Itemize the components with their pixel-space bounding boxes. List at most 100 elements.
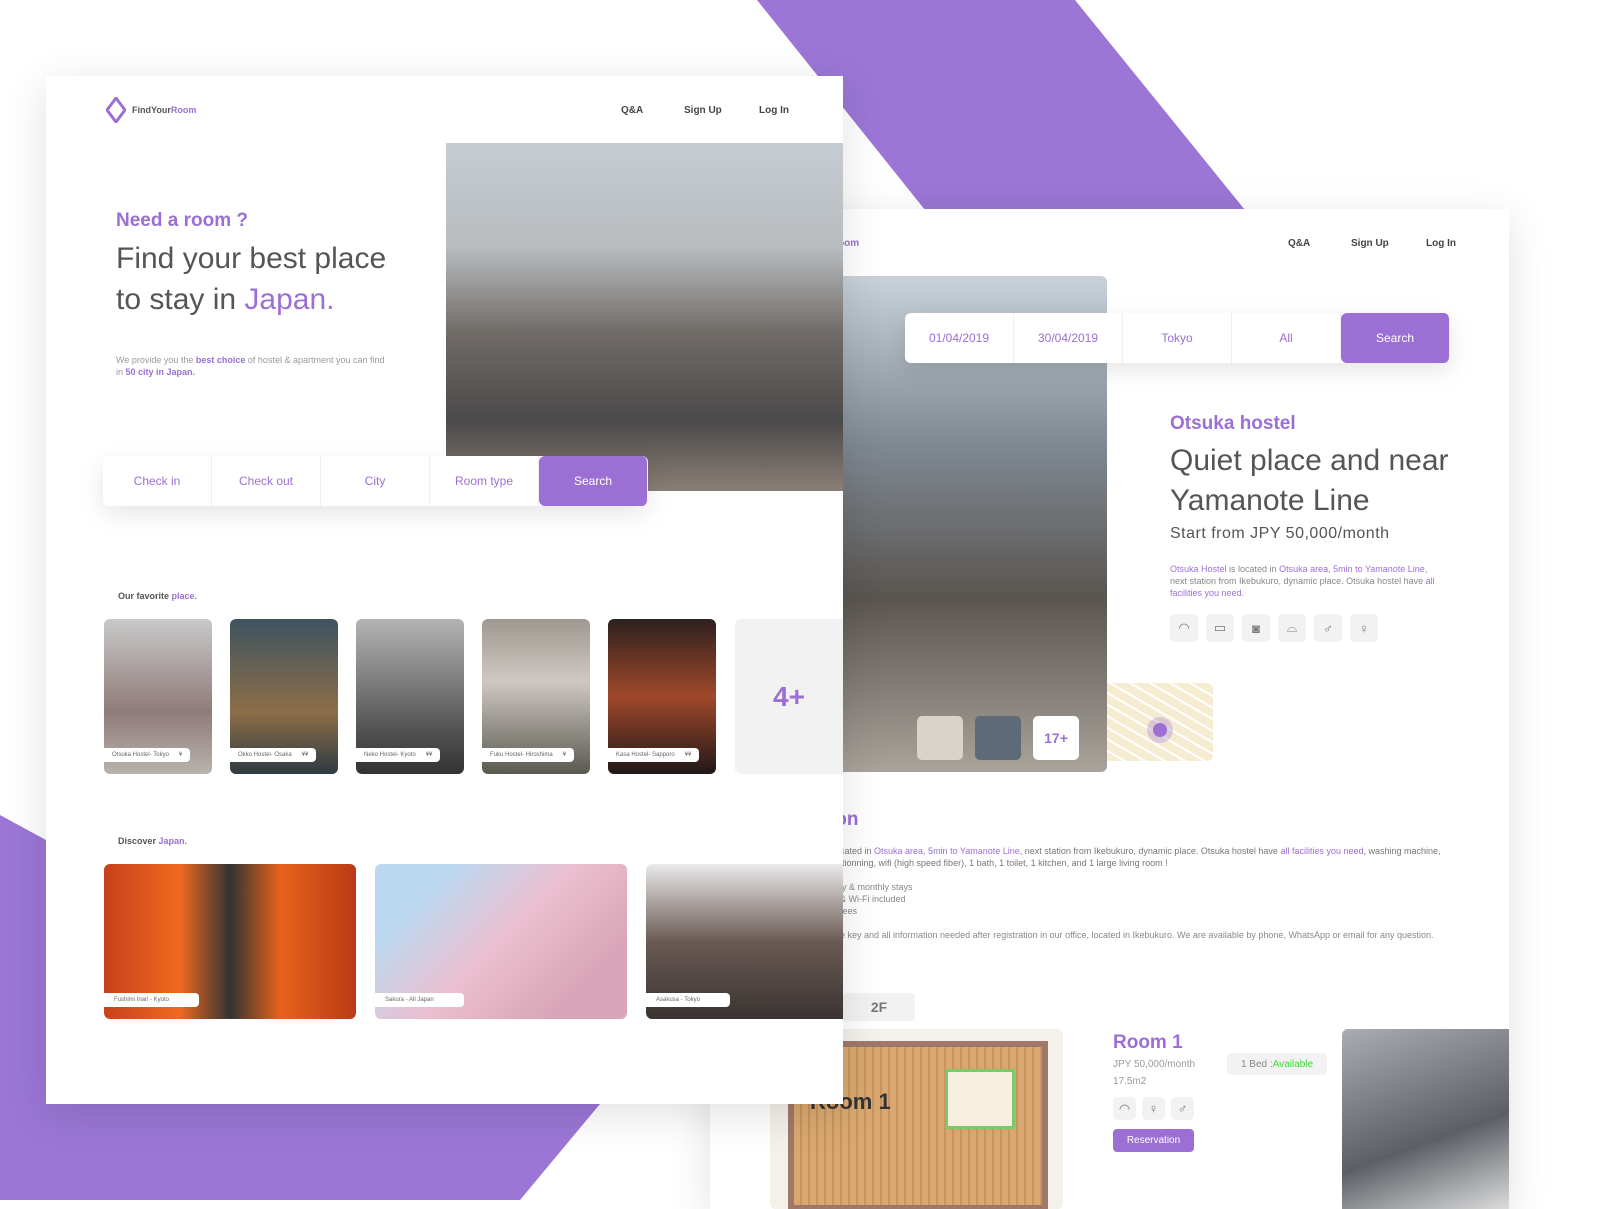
hostel-price: Start from JPY 50,000/month <box>1170 525 1390 542</box>
roomtype-field[interactable]: All <box>1232 313 1341 363</box>
logo-text: FindYour <box>132 105 171 115</box>
title-line: Quiet place and near <box>1170 444 1449 477</box>
text: , washing machine, <box>1363 846 1441 856</box>
diamond-logo-icon <box>106 97 126 123</box>
checkout-field[interactable]: 30/04/2019 <box>1014 313 1123 363</box>
hero-description: We provide you the best choice of hostel… <box>116 354 391 378</box>
card-label: Fushimi Inari - Kyoto <box>114 997 170 1003</box>
search-button[interactable]: Search <box>539 456 648 506</box>
price-level: ¥¥ <box>301 752 309 758</box>
washing-machine-icon: ◙ <box>1242 614 1270 642</box>
card-label: Kasa Hostel- Sapporo <box>616 752 675 758</box>
card-label: Asakusa - Tokyo <box>656 997 700 1003</box>
title-highlight: Japan. <box>158 836 188 846</box>
link[interactable]: Otsuka area, 5min to Yamanote Line <box>874 846 1020 856</box>
shower-icon: ⌓ <box>1278 614 1306 642</box>
roomtype-field[interactable]: Room type <box>430 456 539 506</box>
search-bar: Check in Check out City Room type Search <box>103 456 648 506</box>
search-bar: 01/04/2019 30/04/2019 Tokyo All Search <box>905 313 1450 363</box>
logo-text: Room <box>170 105 197 115</box>
discover-card[interactable]: Sakura - All Japan <box>375 864 627 1019</box>
nav-signup[interactable]: Sign Up <box>684 105 722 116</box>
text: itionning, wifi (high speed fiber), 1 ba… <box>840 858 1168 868</box>
favorite-card[interactable]: Otsuka Hostel- Tokyo ¥ <box>104 619 212 774</box>
more-photos-button[interactable]: 17+ <box>1033 716 1079 760</box>
room-size: 17.5m2 <box>1113 1076 1147 1087</box>
hostel-title: Quiet place and near Yamanote Line <box>1170 441 1449 521</box>
male-icon: ♂ <box>1314 614 1342 642</box>
home-page: FindYourRoom Q&A Sign Up Log In Need a r… <box>46 76 843 1104</box>
hostel-description: Otsuka Hostel is located in Otsuka area,… <box>1170 563 1440 599</box>
card-label: Fuku Hostel- Hiroshima <box>490 752 553 758</box>
search-button[interactable]: Search <box>1341 313 1450 363</box>
highlight: best choice <box>195 355 246 365</box>
checkout-field[interactable]: Check out <box>212 456 321 506</box>
card-label: Sakura - All Japan <box>385 997 434 1003</box>
female-icon: ♀ <box>1350 614 1378 642</box>
room-price: JPY 50,000/month <box>1113 1059 1196 1070</box>
checkin-field[interactable]: Check in <box>103 456 212 506</box>
price-level: ¥ <box>178 752 183 758</box>
card-label: Otsuka Hostel- Tokyo <box>112 752 169 758</box>
nav-login[interactable]: Log In <box>1426 238 1456 249</box>
thumb-photo[interactable] <box>975 716 1021 760</box>
thumb-photo[interactable] <box>917 716 963 760</box>
price-level: ¥¥ <box>684 752 692 758</box>
city-field[interactable]: Tokyo <box>1123 313 1232 363</box>
text: We provide you the <box>116 355 196 365</box>
features-list: ly & monthly stays & Wi-Fi included fees <box>840 881 913 917</box>
checkin-field[interactable]: 01/04/2019 <box>905 313 1014 363</box>
title-text: to stay in <box>116 283 245 316</box>
title-line: Yamanote Line <box>1170 484 1370 517</box>
discover-title: Discover Japan. <box>118 836 187 846</box>
bed-availability: 1 Bed : Available <box>1227 1053 1327 1075</box>
male-icon: ♂ <box>1171 1097 1194 1120</box>
favorite-card[interactable]: Okko Hostel- Osaka ¥¥ <box>230 619 338 774</box>
nav-qa[interactable]: Q&A <box>621 105 643 116</box>
favorite-card[interactable]: Neko Hostel- Kyoto ¥¥ <box>356 619 464 774</box>
nav-qa[interactable]: Q&A <box>1288 238 1310 249</box>
link[interactable]: Otsuka Hostel <box>1170 564 1227 574</box>
tv-icon: ▭ <box>1206 614 1234 642</box>
discover-card[interactable]: Fushimi Inari - Kyoto <box>104 864 356 1019</box>
favorites-title: Our favorite place. <box>118 591 197 601</box>
bed-label: 1 Bed : <box>1240 1058 1273 1070</box>
amenities: ◠ ▭ ◙ ⌓ ♂ ♀ <box>1170 614 1378 642</box>
status-badge: Available <box>1272 1058 1314 1070</box>
title-line: Find your best place <box>116 242 387 275</box>
city-field[interactable]: City <box>321 456 430 506</box>
link[interactable]: all facilities you need <box>1280 846 1363 856</box>
room-name: Room 1 <box>1113 1032 1183 1053</box>
favorite-card[interactable]: Fuku Hostel- Hiroshima ¥ <box>482 619 590 774</box>
room-amenities: ◠ ♀ ♂ <box>1113 1097 1194 1120</box>
more-places-button[interactable]: 4+ <box>735 619 843 774</box>
discover-card[interactable]: Asakusa - Tokyo <box>646 864 843 1019</box>
feature: fees <box>840 906 858 916</box>
room-photo[interactable] <box>1342 1029 1509 1209</box>
section-text: cated in Otsuka area, 5min to Yamanote L… <box>840 845 1460 869</box>
hero-title: Find your best place to stay in Japan. <box>116 238 386 320</box>
floor-tab-2f[interactable]: 2F <box>843 993 915 1021</box>
map-thumbnail[interactable] <box>1107 683 1213 761</box>
map-pin-icon <box>1153 723 1167 737</box>
contact-text: e key and all information needed after r… <box>840 930 1434 940</box>
title-highlight: place. <box>171 591 198 601</box>
price-level: ¥ <box>562 752 567 758</box>
wifi-icon: ◠ <box>1170 614 1198 642</box>
link[interactable]: Otsuka area, 5min to Yamanote Line <box>1279 564 1425 574</box>
hero-kicker: Need a room ? <box>116 210 248 231</box>
nav-signup[interactable]: Sign Up <box>1351 238 1389 249</box>
reservation-button[interactable]: Reservation <box>1113 1129 1194 1152</box>
female-icon: ♀ <box>1142 1097 1165 1120</box>
text: is located in <box>1226 564 1280 574</box>
card-label: Okko Hostel- Osaka <box>238 752 292 758</box>
hostel-name: Otsuka hostel <box>1170 413 1296 434</box>
feature: ly & monthly stays <box>840 882 913 892</box>
text: , next station from Ikebukuro, dynamic p… <box>1019 846 1281 856</box>
card-label: Neko Hostel- Kyoto <box>364 752 416 758</box>
favorite-card[interactable]: Kasa Hostel- Sapporo ¥¥ <box>608 619 716 774</box>
logo[interactable]: FindYourRoom <box>106 97 196 123</box>
nav-login[interactable]: Log In <box>759 105 789 116</box>
text: cated in <box>840 846 875 856</box>
highlight: 50 city in Japan. <box>125 367 196 377</box>
